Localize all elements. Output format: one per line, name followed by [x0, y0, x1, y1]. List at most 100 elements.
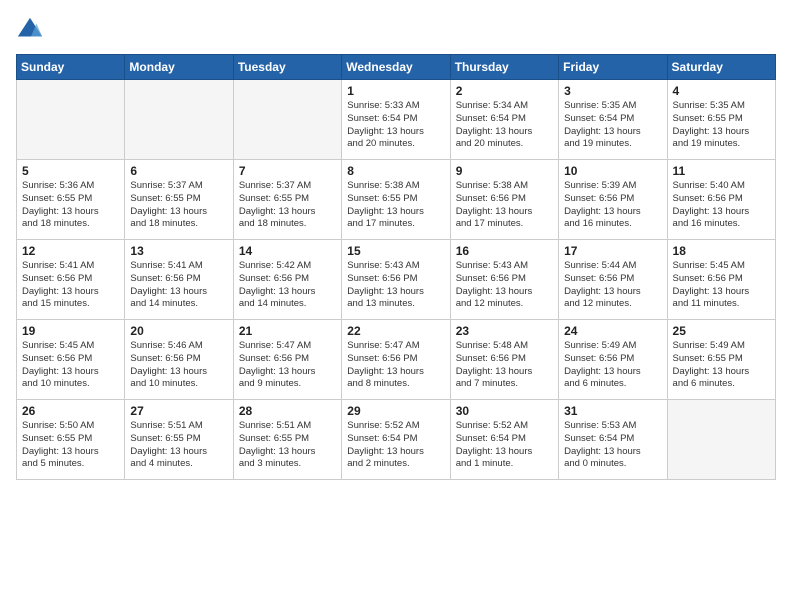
calendar-cell: 26Sunrise: 5:50 AM Sunset: 6:55 PM Dayli… [17, 400, 125, 480]
calendar-cell: 22 Sunrise: 5:47 AM Sunset: 6:56 PM Dayli… [342, 320, 450, 400]
cell-content: Sunrise: 5:38 AM Sunset: 6:55 PM Dayligh… [347, 180, 444, 231]
cell-content: Sunrise: 5:37 AM Sunset: 6:55 PM Dayligh… [130, 180, 227, 231]
day-number: 11 [673, 164, 770, 178]
day-number: 29 [347, 404, 444, 418]
calendar-cell [667, 400, 775, 480]
calendar-cell: 21 Sunrise: 5:47 AM Sunset: 6:56 PM Dayli… [233, 320, 341, 400]
cell-content: Sunrise: 5:47 AM Sunset: 6:56 PM Dayligh… [347, 340, 444, 391]
cell-content: Sunrise: 5:41 AM Sunset: 6:56 PM Dayligh… [22, 260, 119, 311]
calendar-cell: 4 Sunrise: 5:35 AM Sunset: 6:55 PM Daylig… [667, 80, 775, 160]
day-number: 20 [130, 324, 227, 338]
day-header-monday: Monday [125, 55, 233, 80]
calendar-cell [17, 80, 125, 160]
logo-icon [16, 16, 44, 44]
day-number: 18 [673, 244, 770, 258]
calendar-cell: 15 Sunrise: 5:43 AM Sunset: 6:56 PM Dayli… [342, 240, 450, 320]
day-number: 10 [564, 164, 661, 178]
day-number: 28 [239, 404, 336, 418]
cell-content: Sunrise: 5:33 AM Sunset: 6:54 PM Dayligh… [347, 100, 444, 151]
day-number: 8 [347, 164, 444, 178]
calendar-cell: 24 Sunrise: 5:49 AM Sunset: 6:56 PM Dayli… [559, 320, 667, 400]
cell-content: Sunrise: 5:38 AM Sunset: 6:56 PM Dayligh… [456, 180, 553, 231]
calendar-cell: 9 Sunrise: 5:38 AM Sunset: 6:56 PM Daylig… [450, 160, 558, 240]
calendar-cell: 7 Sunrise: 5:37 AM Sunset: 6:55 PM Daylig… [233, 160, 341, 240]
day-number: 25 [673, 324, 770, 338]
calendar-cell: 3Sunrise: 5:35 AM Sunset: 6:54 PM Daylig… [559, 80, 667, 160]
cell-content: Sunrise: 5:51 AM Sunset: 6:55 PM Dayligh… [130, 420, 227, 471]
calendar-cell: 10Sunrise: 5:39 AM Sunset: 6:56 PM Dayli… [559, 160, 667, 240]
cell-content: Sunrise: 5:49 AM Sunset: 6:55 PM Dayligh… [673, 340, 770, 391]
day-number: 2 [456, 84, 553, 98]
day-number: 17 [564, 244, 661, 258]
calendar-week-row: 12Sunrise: 5:41 AM Sunset: 6:56 PM Dayli… [17, 240, 776, 320]
day-number: 22 [347, 324, 444, 338]
day-header-friday: Friday [559, 55, 667, 80]
calendar-week-row: 26Sunrise: 5:50 AM Sunset: 6:55 PM Dayli… [17, 400, 776, 480]
calendar-cell: 2 Sunrise: 5:34 AM Sunset: 6:54 PM Daylig… [450, 80, 558, 160]
day-header-thursday: Thursday [450, 55, 558, 80]
cell-content: Sunrise: 5:36 AM Sunset: 6:55 PM Dayligh… [22, 180, 119, 231]
cell-content: Sunrise: 5:34 AM Sunset: 6:54 PM Dayligh… [456, 100, 553, 151]
calendar-cell: 18 Sunrise: 5:45 AM Sunset: 6:56 PM Dayli… [667, 240, 775, 320]
day-number: 19 [22, 324, 119, 338]
cell-content: Sunrise: 5:53 AM Sunset: 6:54 PM Dayligh… [564, 420, 661, 471]
cell-content: Sunrise: 5:49 AM Sunset: 6:56 PM Dayligh… [564, 340, 661, 391]
day-number: 3 [564, 84, 661, 98]
day-number: 6 [130, 164, 227, 178]
day-number: 9 [456, 164, 553, 178]
calendar-cell: 23Sunrise: 5:48 AM Sunset: 6:56 PM Dayli… [450, 320, 558, 400]
cell-content: Sunrise: 5:43 AM Sunset: 6:56 PM Dayligh… [456, 260, 553, 311]
calendar-cell: 14 Sunrise: 5:42 AM Sunset: 6:56 PM Dayli… [233, 240, 341, 320]
cell-content: Sunrise: 5:35 AM Sunset: 6:55 PM Dayligh… [673, 100, 770, 151]
calendar-week-row: 1 Sunrise: 5:33 AM Sunset: 6:54 PM Daylig… [17, 80, 776, 160]
calendar-cell: 12Sunrise: 5:41 AM Sunset: 6:56 PM Dayli… [17, 240, 125, 320]
day-header-sunday: Sunday [17, 55, 125, 80]
calendar-cell: 19Sunrise: 5:45 AM Sunset: 6:56 PM Dayli… [17, 320, 125, 400]
cell-content: Sunrise: 5:46 AM Sunset: 6:56 PM Dayligh… [130, 340, 227, 391]
cell-content: Sunrise: 5:52 AM Sunset: 6:54 PM Dayligh… [456, 420, 553, 471]
calendar-header-row: SundayMondayTuesdayWednesdayThursdayFrid… [17, 55, 776, 80]
day-number: 24 [564, 324, 661, 338]
day-number: 7 [239, 164, 336, 178]
calendar-week-row: 5 Sunrise: 5:36 AM Sunset: 6:55 PM Daylig… [17, 160, 776, 240]
day-header-saturday: Saturday [667, 55, 775, 80]
day-header-tuesday: Tuesday [233, 55, 341, 80]
day-number: 26 [22, 404, 119, 418]
cell-content: Sunrise: 5:40 AM Sunset: 6:56 PM Dayligh… [673, 180, 770, 231]
calendar-cell: 28 Sunrise: 5:51 AM Sunset: 6:55 PM Dayli… [233, 400, 341, 480]
calendar-cell: 25 Sunrise: 5:49 AM Sunset: 6:55 PM Dayli… [667, 320, 775, 400]
calendar-cell: 17 Sunrise: 5:44 AM Sunset: 6:56 PM Dayli… [559, 240, 667, 320]
cell-content: Sunrise: 5:37 AM Sunset: 6:55 PM Dayligh… [239, 180, 336, 231]
calendar-cell: 16 Sunrise: 5:43 AM Sunset: 6:56 PM Dayli… [450, 240, 558, 320]
calendar-table: SundayMondayTuesdayWednesdayThursdayFrid… [16, 54, 776, 480]
page-header [16, 16, 776, 44]
day-number: 16 [456, 244, 553, 258]
calendar-cell: 13Sunrise: 5:41 AM Sunset: 6:56 PM Dayli… [125, 240, 233, 320]
day-number: 21 [239, 324, 336, 338]
calendar-cell [125, 80, 233, 160]
day-number: 23 [456, 324, 553, 338]
calendar-cell: 31Sunrise: 5:53 AM Sunset: 6:54 PM Dayli… [559, 400, 667, 480]
cell-content: Sunrise: 5:47 AM Sunset: 6:56 PM Dayligh… [239, 340, 336, 391]
cell-content: Sunrise: 5:42 AM Sunset: 6:56 PM Dayligh… [239, 260, 336, 311]
day-number: 13 [130, 244, 227, 258]
calendar-cell: 6 Sunrise: 5:37 AM Sunset: 6:55 PM Daylig… [125, 160, 233, 240]
day-number: 15 [347, 244, 444, 258]
cell-content: Sunrise: 5:44 AM Sunset: 6:56 PM Dayligh… [564, 260, 661, 311]
calendar-cell [233, 80, 341, 160]
calendar-cell: 27 Sunrise: 5:51 AM Sunset: 6:55 PM Dayli… [125, 400, 233, 480]
day-number: 27 [130, 404, 227, 418]
logo [16, 16, 48, 44]
calendar-cell: 30 Sunrise: 5:52 AM Sunset: 6:54 PM Dayli… [450, 400, 558, 480]
day-number: 1 [347, 84, 444, 98]
day-number: 5 [22, 164, 119, 178]
calendar-week-row: 19Sunrise: 5:45 AM Sunset: 6:56 PM Dayli… [17, 320, 776, 400]
calendar-cell: 1 Sunrise: 5:33 AM Sunset: 6:54 PM Daylig… [342, 80, 450, 160]
calendar-cell: 5 Sunrise: 5:36 AM Sunset: 6:55 PM Daylig… [17, 160, 125, 240]
cell-content: Sunrise: 5:51 AM Sunset: 6:55 PM Dayligh… [239, 420, 336, 471]
day-number: 30 [456, 404, 553, 418]
day-number: 14 [239, 244, 336, 258]
day-number: 4 [673, 84, 770, 98]
cell-content: Sunrise: 5:45 AM Sunset: 6:56 PM Dayligh… [673, 260, 770, 311]
cell-content: Sunrise: 5:43 AM Sunset: 6:56 PM Dayligh… [347, 260, 444, 311]
